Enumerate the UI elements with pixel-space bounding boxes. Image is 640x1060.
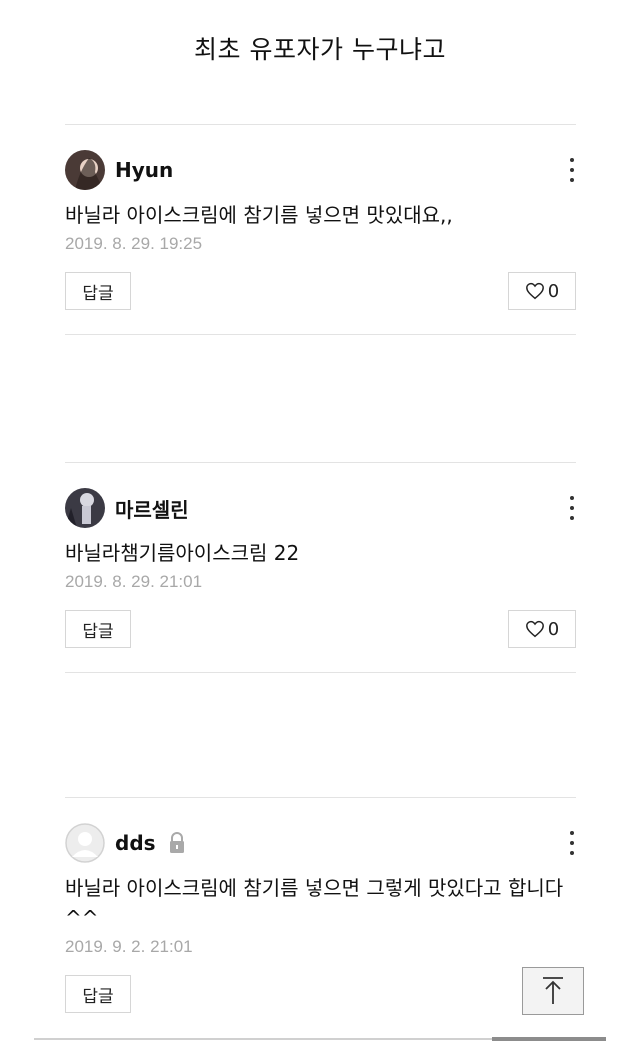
divider	[65, 334, 576, 335]
comment-text: 바닐라챔기름아이스크림 22	[65, 541, 300, 565]
lock-icon	[169, 832, 184, 853]
comment-item: Hyun 바닐라 아이스크림에 참기름 넣으면 맛있대요,, 2019. 8. …	[65, 150, 576, 310]
heart-outline-icon	[525, 282, 544, 300]
author-name[interactable]: Hyun	[115, 158, 173, 182]
comment-header: dds	[65, 823, 576, 863]
author-name[interactable]: 마르셀린	[115, 494, 189, 523]
arrow-up-icon	[543, 977, 563, 1004]
avatar[interactable]	[65, 823, 105, 863]
more-vertical-icon[interactable]	[566, 496, 578, 520]
divider	[65, 672, 576, 673]
divider	[65, 797, 576, 798]
divider	[65, 462, 576, 463]
comment-text: 바닐라 아이스크림에 참기름 넣으면 맛있대요,,	[65, 203, 453, 227]
comment-actions: 답글	[65, 975, 576, 1013]
author-name[interactable]: dds	[115, 831, 156, 855]
comment-item: dds 바닐라 아이스크림에 참기름 넣으면 그렇게 맛있다고 합니다^^ 20…	[65, 823, 576, 1013]
reply-button[interactable]: 답글	[65, 975, 131, 1013]
comment-actions: 답글 0	[65, 610, 576, 648]
avatar[interactable]	[65, 150, 105, 190]
comment-text: 바닐라 아이스크림에 참기름 넣으면 그렇게 맛있다고 합니다^^	[65, 876, 564, 930]
page-title: 최초 유포자가 누구냐고	[194, 35, 446, 64]
reply-button[interactable]: 답글	[65, 610, 131, 648]
comment-date: 2019. 8. 29. 19:25	[65, 234, 203, 253]
avatar[interactable]	[65, 488, 105, 528]
like-button[interactable]: 0	[508, 272, 576, 310]
more-vertical-icon[interactable]	[566, 158, 578, 182]
comment-header: 마르셀린	[65, 488, 576, 528]
reply-button[interactable]: 답글	[65, 272, 131, 310]
scrollbar-thumb[interactable]	[492, 1037, 606, 1041]
comment-date: 2019. 8. 29. 21:01	[65, 572, 203, 591]
like-button[interactable]: 0	[508, 610, 576, 648]
scrollbar-track	[34, 1037, 606, 1041]
scroll-top-button[interactable]	[522, 967, 584, 1015]
more-vertical-icon[interactable]	[566, 831, 578, 855]
comment-actions: 답글 0	[65, 272, 576, 310]
divider	[65, 124, 576, 125]
like-count: 0	[547, 280, 560, 302]
comment-item: 마르셀린 바닐라챔기름아이스크림 22 2019. 8. 29. 21:01 답…	[65, 488, 576, 648]
like-count: 0	[547, 618, 560, 640]
heart-outline-icon	[525, 620, 544, 638]
comment-header: Hyun	[65, 150, 576, 190]
comment-date: 2019. 9. 2. 21:01	[65, 937, 193, 956]
